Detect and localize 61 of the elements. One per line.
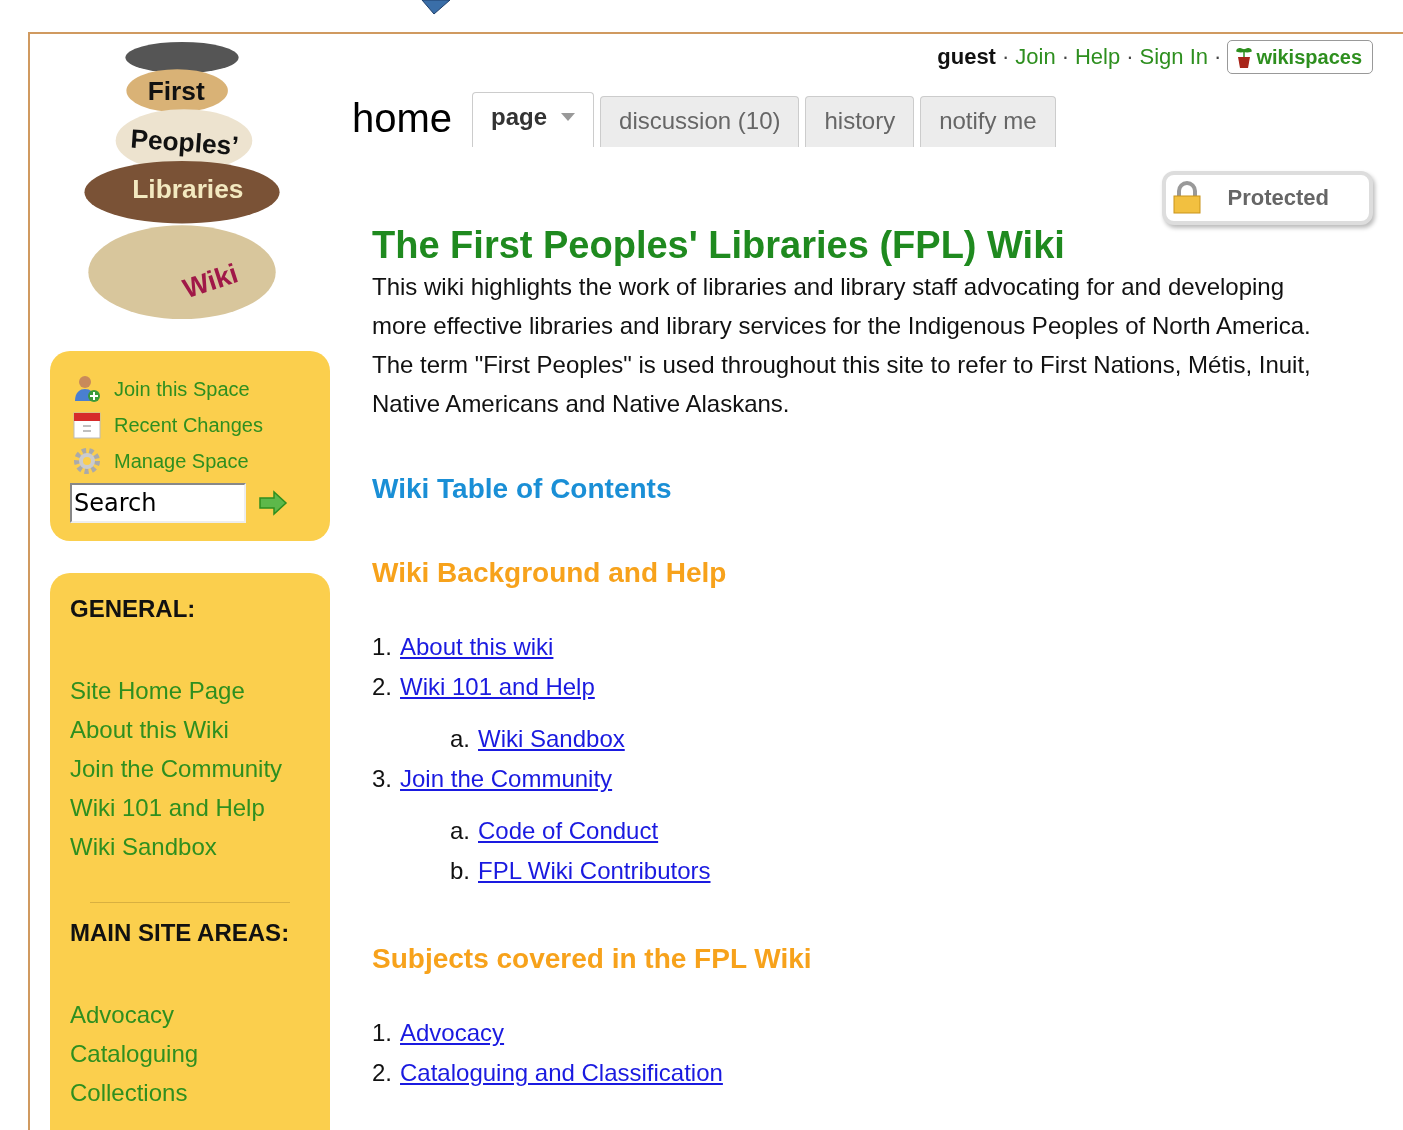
- arrow-right-icon[interactable]: [258, 490, 288, 516]
- intro-paragraph: This wiki highlights the work of libraries and library staff advocating for and developing more effective libraries and library services for the Indigenous Peoples of North America. The term "First Peoples" is used throughout this site to refer to First Nations, Métis, Inuit, Native Americans and Native Alaskans.: [372, 272, 1312, 419]
- brand-link[interactable]: wikispaces: [1227, 40, 1373, 74]
- tab[interactable]: history: [805, 96, 915, 147]
- list-marker: 3.: [372, 764, 392, 794]
- header-link[interactable]: Help: [1074, 44, 1121, 70]
- action-link[interactable]: Join this Space: [70, 371, 310, 407]
- protected-badge: Protected: [1161, 171, 1373, 225]
- wiki-link[interactable]: FPL Wiki Contributors: [478, 851, 711, 891]
- sidebar-link[interactable]: Wiki 101 and Help: [70, 788, 310, 827]
- sidebar-link[interactable]: Wiki Sandbox: [70, 827, 310, 866]
- wiki-link[interactable]: Advocacy: [400, 1013, 505, 1053]
- wiki-link[interactable]: Join the Community: [400, 759, 613, 799]
- wiki-link[interactable]: Cataloguing and Classification: [400, 1053, 723, 1093]
- sidebar-link[interactable]: Site Home Page: [70, 671, 310, 710]
- article-title: The First Peoples' Libraries (FPL) Wiki: [372, 223, 1066, 267]
- section-heading: Wiki Table of Contents: [372, 473, 673, 505]
- header-link[interactable]: Sign In: [1139, 44, 1209, 70]
- wiki-link[interactable]: Code of Conduct: [478, 811, 659, 851]
- sidebar-link[interactable]: Cataloguing: [70, 1034, 310, 1073]
- logo-text: Peoples’: [129, 123, 240, 161]
- tab[interactable]: discussion (10): [600, 96, 800, 147]
- search-field[interactable]: Search: [70, 483, 246, 523]
- wiki-link[interactable]: Wiki 101 and Help: [400, 667, 595, 707]
- list-marker: a.: [450, 724, 470, 754]
- arrow-shape: [420, 0, 452, 16]
- list-marker: 1.: [372, 1018, 392, 1048]
- list-marker: 2.: [372, 1058, 392, 1088]
- calendar-icon: [72, 410, 102, 440]
- potted-plant-icon: [1236, 45, 1253, 69]
- action-link[interactable]: Recent Changes: [70, 407, 310, 443]
- logo-text: First: [147, 76, 205, 107]
- lock-icon: [1171, 181, 1202, 215]
- user-name: guest: [937, 44, 996, 70]
- tab[interactable]: page: [472, 92, 595, 147]
- section-heading: Subjects covered in the FPL Wiki: [372, 943, 813, 975]
- list-marker: 1.: [372, 632, 392, 662]
- tab[interactable]: notify me: [920, 96, 1056, 147]
- section-heading: GENERAL:: [70, 595, 197, 623]
- logo-text: Libraries: [132, 174, 244, 205]
- list-marker: 2.: [372, 672, 392, 702]
- separator: ·: [1001, 44, 1010, 70]
- sidebar-link[interactable]: About this Wiki: [70, 710, 310, 749]
- list-marker: b.: [450, 856, 470, 886]
- logo-text: Wiki: [178, 257, 242, 305]
- list-marker: a.: [450, 816, 470, 846]
- section-heading: Wiki Background and Help: [372, 557, 728, 589]
- action-link[interactable]: Manage Space: [70, 443, 310, 479]
- sidebar-link[interactable]: Advocacy: [70, 995, 310, 1034]
- separator: ·: [1214, 44, 1222, 70]
- separator: ·: [1126, 44, 1134, 70]
- user-add-icon: [72, 374, 102, 404]
- separator: ·: [1061, 44, 1069, 70]
- header-link[interactable]: Join: [1015, 44, 1056, 70]
- sidebar-link[interactable]: Collections: [70, 1073, 310, 1112]
- page-title: home: [352, 96, 453, 142]
- wiki-link[interactable]: Wiki Sandbox: [478, 719, 625, 759]
- wiki-link[interactable]: About this wiki: [400, 627, 554, 667]
- section-heading: MAIN SITE AREAS:: [70, 919, 291, 947]
- sidebar-link[interactable]: Join the Community: [70, 749, 310, 788]
- gear-icon: [72, 446, 102, 476]
